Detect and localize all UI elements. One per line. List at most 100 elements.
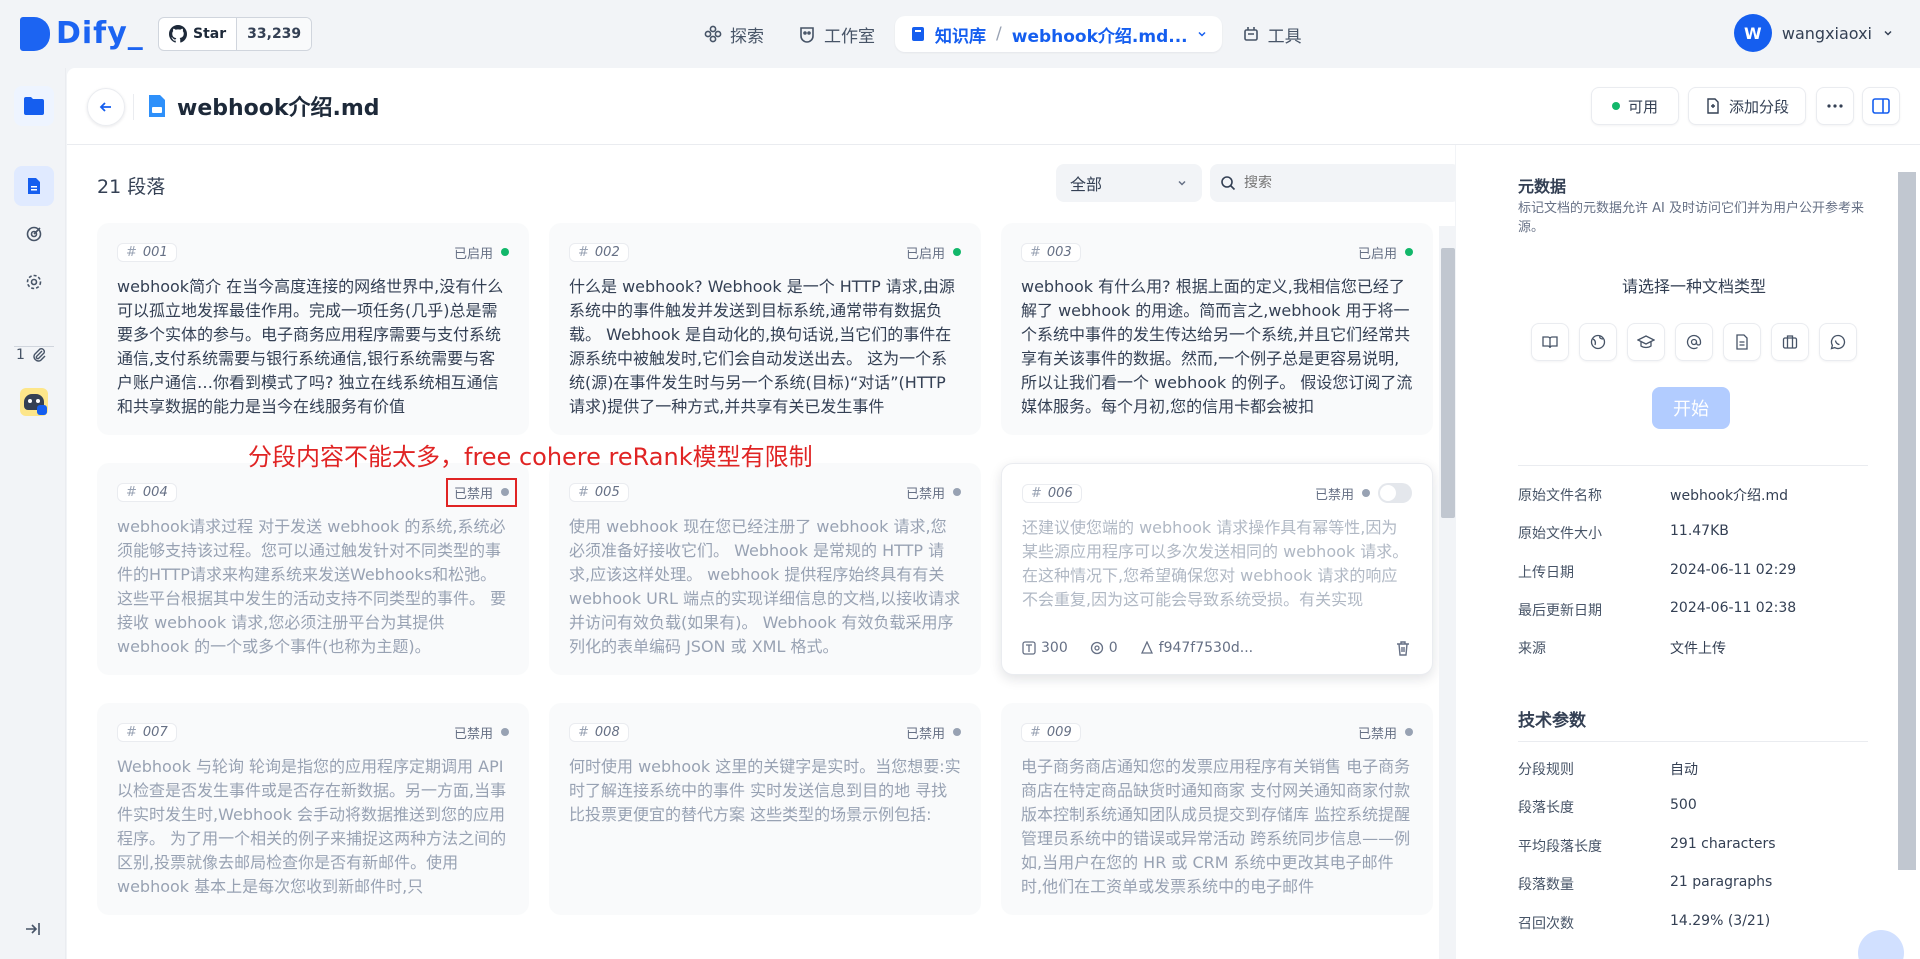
segment-status: 已禁用	[906, 723, 961, 742]
search-icon	[1221, 176, 1236, 191]
delete-segment-button[interactable]	[1396, 640, 1410, 656]
doc-type-options	[1531, 323, 1857, 361]
rail-hit-testing[interactable]	[14, 214, 54, 254]
chevron-down-icon[interactable]	[1196, 28, 1208, 40]
arrow-left-icon	[99, 102, 111, 112]
segment-card[interactable]: #002 已启用 什么是 webhook? Webhook 是一个 HTTP 请…	[549, 223, 981, 435]
search-input[interactable]	[1244, 175, 1444, 191]
segment-hash: f947f7530d...	[1158, 640, 1254, 656]
segment-status: 已禁用	[1315, 483, 1412, 503]
document-status-button[interactable]: 可用	[1591, 87, 1679, 125]
file-info-row: 原始文件名称 webhook介绍.md	[1518, 488, 1789, 504]
segment-card[interactable]: #003 已启用 webhook 有什么用? 根据上面的定义,我相信您已经了解了…	[1001, 223, 1433, 435]
user-menu[interactable]: W wangxiaoxi	[1733, 14, 1894, 52]
tech-param-row: 段落长度 500	[1518, 797, 1697, 816]
segment-status: 已禁用	[1358, 723, 1413, 742]
segment-enable-toggle[interactable]	[1378, 483, 1412, 503]
back-button[interactable]	[87, 88, 125, 126]
social-icon[interactable]	[1675, 323, 1713, 361]
avatar: W	[1733, 14, 1772, 52]
nav-explore[interactable]: 探索	[690, 16, 778, 52]
segment-text: Webhook 与轮询 轮询是指您的应用程序定期调用 API 以检查是否发生事件…	[117, 757, 507, 896]
nav-document-crumb[interactable]: webhook介绍.md...	[1012, 22, 1188, 47]
segment-card[interactable]: #001 已启用 webhook简介 在当今高度连接的网络世界中,没有什么可以孤…	[97, 223, 529, 435]
nav-knowledge[interactable]: 知识库 / webhook介绍.md...	[895, 16, 1222, 52]
segment-card-hovered[interactable]: #006 已禁用 还建议使您端的 webhook 请求操作具有幂等性,因为某些源…	[1001, 463, 1433, 675]
segment-grid: #001 已启用 webhook简介 在当今高度连接的网络世界中,没有什么可以孤…	[97, 223, 1437, 915]
segment-text: webhook 有什么用? 根据上面的定义,我相信您已经了解了 webhook …	[1021, 277, 1413, 416]
nav-tools[interactable]: 工具	[1228, 16, 1316, 52]
segment-search[interactable]	[1210, 164, 1460, 202]
nav-knowledge-label: 知识库	[935, 26, 986, 47]
explore-icon	[704, 25, 722, 43]
nav-explore-label: 探索	[730, 26, 764, 47]
file-info-row: 来源 文件上传	[1518, 641, 1726, 657]
chevron-down-icon	[1884, 30, 1892, 36]
segment-id-badge: #001	[117, 242, 177, 262]
personal-doc-icon[interactable]	[1723, 323, 1761, 361]
segment-text: 何时使用 webhook 这里的关键字是实时。当您想要:实时了解连接系统中的事件…	[569, 757, 961, 824]
business-doc-icon[interactable]	[1771, 323, 1809, 361]
book-icon[interactable]	[1531, 323, 1569, 361]
web-icon[interactable]	[1579, 323, 1617, 361]
status-dot-icon	[953, 728, 961, 736]
segment-card[interactable]: #008 已禁用 何时使用 webhook 这里的关键字是实时。当您想要:实时了…	[549, 703, 981, 915]
paper-icon[interactable]	[1627, 323, 1665, 361]
file-info-row: 上传日期 2024-06-11 02:29	[1518, 562, 1797, 581]
segment-id-badge: #006	[1022, 483, 1082, 503]
rail-documents[interactable]	[14, 166, 54, 206]
segment-text: 使用 webhook 现在您已经注册了 webhook 请求,您必须准备好接收它…	[569, 517, 961, 656]
tech-param-row: 段落数量 21 paragraphs	[1518, 874, 1773, 893]
doc-type-prompt: 请选择一种文档类型	[1621, 277, 1766, 296]
segment-text: webhook请求过程 对于发送 webhook 的系统,系统必须能够支持该过程…	[117, 517, 507, 656]
segment-card[interactable]: #004 已禁用 webhook请求过程 对于发送 webhook 的系统,系统…	[97, 463, 529, 675]
segment-card[interactable]: #009 已禁用 电子商务商店通知您的发票应用程序有关销售 电子商务商店在特定商…	[1001, 703, 1433, 915]
tech-param-row: 召回次数 14.29% (3/21)	[1518, 913, 1771, 932]
segment-card[interactable]: #007 已禁用 Webhook 与轮询 轮询是指您的应用程序定期调用 API …	[97, 703, 529, 915]
github-star-label: Star	[193, 26, 227, 42]
github-star-button[interactable]: Star 33,239	[158, 17, 313, 51]
segment-id-badge: #004	[117, 482, 177, 502]
segment-id-badge: #007	[117, 722, 177, 742]
add-segment-button[interactable]: 添加分段	[1688, 87, 1806, 125]
segment-count: 21 段落	[97, 176, 166, 198]
gear-icon	[26, 274, 42, 290]
status-dot-icon	[1405, 728, 1413, 736]
segment-status: 已禁用	[906, 483, 961, 502]
dataset-avatar-icon[interactable]	[20, 388, 48, 416]
metadata-panel: 元数据 标记文档的元数据允许 AI 及时访问它们并为用户公开参考来源。 请选择一…	[1455, 145, 1920, 959]
document-title: webhook介绍.md	[177, 96, 380, 121]
segment-status: 已禁用	[445, 477, 517, 507]
segment-text: 还建议使您端的 webhook 请求操作具有幂等性,因为某些源应用程序可以多次发…	[1022, 518, 1409, 609]
left-rail: 1	[0, 68, 66, 959]
tech-param-row: 平均段落长度 291 characters	[1518, 836, 1776, 855]
logo-mark-icon	[20, 16, 50, 51]
segment-filter-value: 全部	[1070, 175, 1103, 194]
segment-id-badge: #008	[569, 722, 629, 742]
metadata-scrollbar[interactable]	[1898, 150, 1916, 870]
add-segment-label: 添加分段	[1728, 97, 1789, 116]
segment-filter-select[interactable]: 全部	[1056, 164, 1202, 202]
studio-icon	[800, 27, 814, 43]
dify-logo[interactable]: Dify_	[20, 16, 144, 51]
more-button[interactable]	[1816, 87, 1854, 125]
rail-attachments[interactable]: 1	[16, 347, 47, 363]
chat-icon[interactable]	[1819, 323, 1857, 361]
expand-sidebar-icon[interactable]	[24, 921, 42, 937]
dataset-icon-button[interactable]	[14, 86, 54, 126]
segment-card[interactable]: #005 已禁用 使用 webhook 现在您已经注册了 webhook 请求,…	[549, 463, 981, 675]
red-annotation-note: 分段内容不能太多，free cohere reRank模型有限制	[248, 443, 813, 471]
nav-studio[interactable]: 工作室	[784, 16, 889, 52]
toggle-metadata-panel-button[interactable]	[1862, 87, 1900, 125]
tech-params-title: 技术参数	[1518, 711, 1586, 731]
folder-icon	[24, 97, 44, 115]
segment-status: 已启用	[906, 243, 961, 262]
panel-right-icon	[1872, 98, 1890, 114]
target-icon	[1090, 641, 1103, 655]
start-metadata-button[interactable]: 开始	[1652, 387, 1730, 429]
rail-settings[interactable]	[14, 262, 54, 302]
nav-studio-label: 工作室	[824, 26, 875, 47]
status-dot-icon	[1405, 248, 1413, 256]
segment-text: 电子商务商店通知您的发票应用程序有关销售 电子商务商店在特定商品缺货时通知商家 …	[1021, 757, 1411, 896]
status-dot-icon	[953, 248, 961, 256]
